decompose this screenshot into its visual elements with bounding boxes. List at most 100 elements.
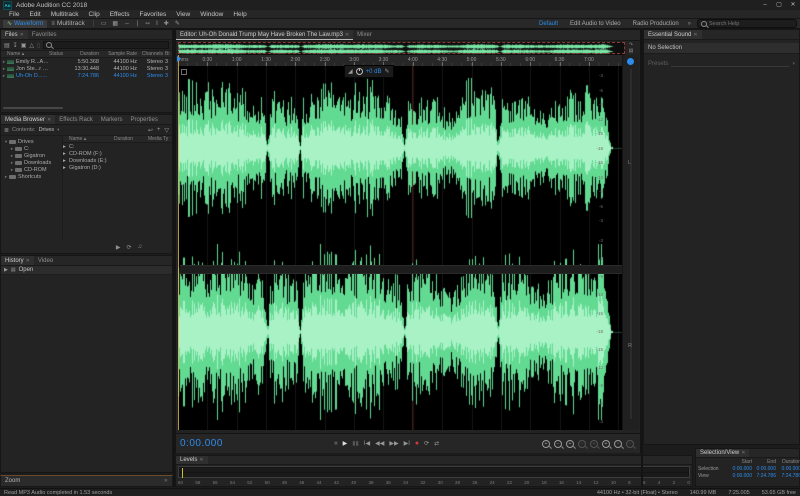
loop-icon[interactable]: ⟳ (126, 244, 131, 251)
media-column-headers[interactable]: Name ▴ Duration Media Ty (63, 136, 172, 143)
file-row[interactable]: ▸Jon Ste...r Show Desk.mp313:30.44844100… (1, 65, 172, 72)
close-button[interactable]: ✕ (786, 0, 800, 10)
files-column-headers[interactable]: Name ▴ Status Duration Sample Rate Chann… (1, 51, 172, 58)
stop-button[interactable]: ■ (334, 439, 338, 449)
menu-effects[interactable]: Effects (105, 11, 135, 18)
workspace-tab-radio-production[interactable]: Radio Production (630, 21, 682, 27)
vertical-scrollbar[interactable] (630, 69, 632, 419)
close-icon[interactable]: ✕ (164, 478, 168, 484)
menu-window[interactable]: Window (195, 11, 228, 18)
menu-help[interactable]: Help (228, 11, 251, 18)
files-search-field[interactable] (43, 41, 169, 49)
waveform-mode-button[interactable]: ∿ Waveform (3, 19, 48, 28)
col-channels[interactable]: Channels (139, 51, 165, 57)
loop-playback-button[interactable]: ⟳ (424, 439, 429, 449)
drive-row[interactable]: ▸ C: (63, 143, 172, 150)
close-icon[interactable]: ✕ (20, 32, 24, 38)
gain-hud[interactable]: ◢ +0 dB ✎ (344, 65, 394, 78)
help-search[interactable] (697, 19, 797, 28)
tree-item[interactable]: ▸ Gigatron (1, 152, 62, 159)
files-hscrollbar[interactable] (3, 107, 63, 109)
play-icon[interactable]: ▶ (116, 244, 121, 251)
tab-mixer[interactable]: Mixer (353, 30, 376, 40)
tab-properties[interactable]: Properties (126, 115, 161, 124)
tree-item[interactable]: ▸ CD-ROM (1, 166, 62, 173)
col-name[interactable]: Name ▴ (7, 51, 49, 57)
tree-item[interactable]: ▸ Downloads (1, 159, 62, 166)
tree-item[interactable]: ▾ Drives (1, 138, 62, 145)
tree-item[interactable]: ▸ C: (1, 145, 62, 152)
tab-effects-rack[interactable]: Effects Rack (55, 115, 97, 124)
col-media-type[interactable]: Media Ty (148, 136, 172, 142)
time-selection-tool-icon[interactable]: I (153, 21, 161, 27)
waveform-display[interactable]: -3 -6 -9 -12 -15 -18 -15 -12 -9 -6 -3 -3 -6 -9 -12 -15… (178, 66, 625, 430)
history-back-icon[interactable]: ↩ (148, 127, 153, 134)
grid-view-icon[interactable]: ▤ (629, 49, 634, 54)
tab-media-browser[interactable]: Media Browser ✕ (1, 115, 56, 124)
trash-icon[interactable]: ▯ (37, 42, 40, 49)
import-file-icon[interactable]: ↧ (13, 42, 18, 49)
playhead-line[interactable] (178, 55, 179, 430)
zoom-out-amplitude-button[interactable]: − (578, 439, 586, 448)
move-tool-icon[interactable]: ⇔ (121, 21, 133, 27)
record-button[interactable]: ● (415, 439, 419, 449)
zoom-in-time-button[interactable]: + (542, 439, 550, 448)
level-meter[interactable] (178, 466, 690, 478)
vertical-zoom-handle[interactable] (627, 58, 634, 65)
menu-clip[interactable]: Clip (84, 11, 105, 18)
col-sample-rate[interactable]: Sample Rate (101, 51, 139, 57)
spot-healing-icon[interactable]: ✚ (161, 20, 172, 27)
spectral-display-icon[interactable]: ▦ (109, 20, 121, 27)
drive-row[interactable]: ▸ Gigatron (D:) (63, 164, 172, 171)
add-shortcut-icon[interactable]: + (157, 127, 161, 134)
time-display[interactable]: 0:00.000 (180, 438, 223, 449)
contents-select[interactable]: Drives (39, 127, 55, 133)
slip-tool-icon[interactable]: ⇿ (142, 20, 153, 27)
col-bit-depth[interactable]: Bi (165, 51, 172, 57)
tab-editor[interactable]: Editor: Uh-Oh Donald Trump May Have Brok… (176, 30, 354, 40)
pencil-tool-icon[interactable]: ✎ (172, 20, 183, 27)
drive-row[interactable]: ▸ CD-ROM (F:) (63, 150, 172, 157)
zoom-to-selection-button[interactable]: ▫ (614, 439, 622, 448)
col-status[interactable]: Status (49, 51, 65, 57)
menu-favorites[interactable]: Favorites (134, 11, 171, 18)
close-icon[interactable]: ✕ (47, 117, 51, 123)
tab-favorites[interactable]: Favorites (28, 30, 61, 39)
tree-item[interactable]: ▸ Shortcuts (1, 173, 62, 180)
skip-to-end-button[interactable]: ▶I (404, 439, 410, 449)
tab-markers[interactable]: Markers (97, 115, 127, 124)
close-icon[interactable]: ✕ (26, 258, 30, 264)
tab-history[interactable]: History ✕ (1, 256, 34, 265)
razor-tool-icon[interactable]: ∣ (133, 20, 142, 27)
zoom-out-time-button[interactable]: − (554, 439, 562, 448)
pencil-icon[interactable]: ✎ (384, 68, 389, 75)
maximize-button[interactable]: ▢ (772, 0, 786, 10)
channel-divider[interactable] (180, 265, 625, 274)
history-item[interactable]: ▶ ▤ Open (1, 266, 172, 275)
close-icon[interactable]: ✕ (693, 32, 697, 38)
file-row[interactable]: ▸Emily R...Acting Tips.mp35:50.36844100 … (1, 58, 172, 65)
insert-multitrack-icon[interactable]: △ (29, 42, 34, 49)
drive-row[interactable]: ▸ Downloads (E:) (63, 157, 172, 164)
close-icon[interactable]: ✕ (199, 457, 203, 463)
play-button[interactable]: ▶ (343, 439, 348, 449)
zoom-out-full-button[interactable]: − (626, 439, 634, 448)
zoom-in-amplitude-button[interactable]: + (566, 439, 574, 448)
search-input[interactable] (709, 20, 789, 27)
workspace-tab-edit-audio-to-video[interactable]: Edit Audio to Video (567, 21, 624, 27)
monitor-icon[interactable]: ▭ (98, 20, 110, 27)
menu-view[interactable]: View (171, 11, 195, 18)
open-file-icon[interactable]: ▤ (4, 42, 10, 49)
tab-levels[interactable]: Levels ✕ (176, 456, 208, 464)
close-icon[interactable]: ✕ (345, 32, 349, 38)
autoplay-icon[interactable]: ♫ (138, 244, 143, 251)
close-icon[interactable]: ✕ (741, 450, 745, 456)
skip-to-start-button[interactable]: I◀ (364, 439, 370, 449)
splitter[interactable] (173, 29, 175, 487)
presets-dropdown[interactable] (671, 60, 790, 67)
pause-button[interactable]: ▮▮ (352, 439, 359, 449)
multitrack-mode-button[interactable]: ≡ Multitrack (47, 20, 88, 28)
tree-toggle-icon[interactable]: ≣ (4, 127, 9, 134)
zoom-in-at-out-point-button[interactable]: + (602, 439, 610, 448)
splitter[interactable] (641, 29, 643, 487)
